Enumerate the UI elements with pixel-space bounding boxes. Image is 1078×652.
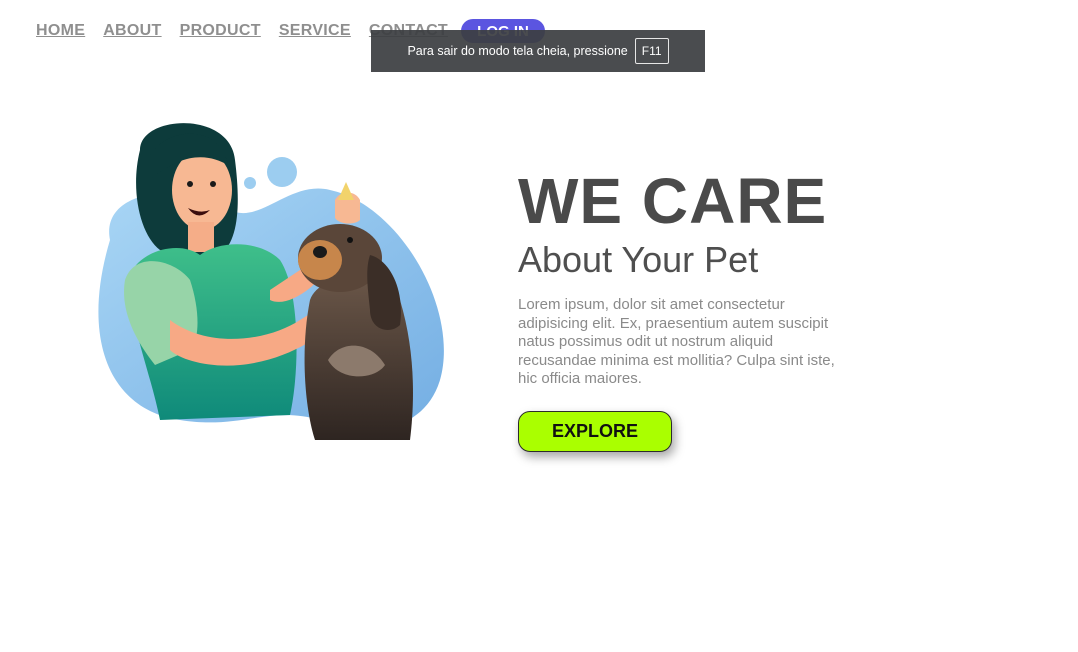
f11-key-badge: F11 bbox=[634, 38, 669, 64]
nav-service-link[interactable]: SERVICE bbox=[279, 22, 351, 40]
nav-product-link[interactable]: PRODUCT bbox=[180, 22, 261, 40]
explore-button[interactable]: EXPLORE bbox=[518, 411, 672, 452]
bubble-large bbox=[267, 157, 297, 187]
nav-home-link[interactable]: HOME bbox=[36, 22, 85, 40]
fullscreen-notice: Para sair do modo tela cheia, pressione … bbox=[371, 30, 705, 72]
woman-with-dog-illustration bbox=[98, 123, 444, 440]
nav-about-link[interactable]: ABOUT bbox=[103, 22, 161, 40]
fullscreen-notice-text: Para sair do modo tela cheia, pressione bbox=[407, 44, 628, 58]
bubble-small bbox=[244, 177, 256, 189]
hero-headline: WE CARE bbox=[518, 165, 828, 237]
hero-subhead: About Your Pet bbox=[518, 239, 759, 280]
hero-description: Lorem ipsum, dolor sit amet consectetur … bbox=[518, 296, 835, 387]
